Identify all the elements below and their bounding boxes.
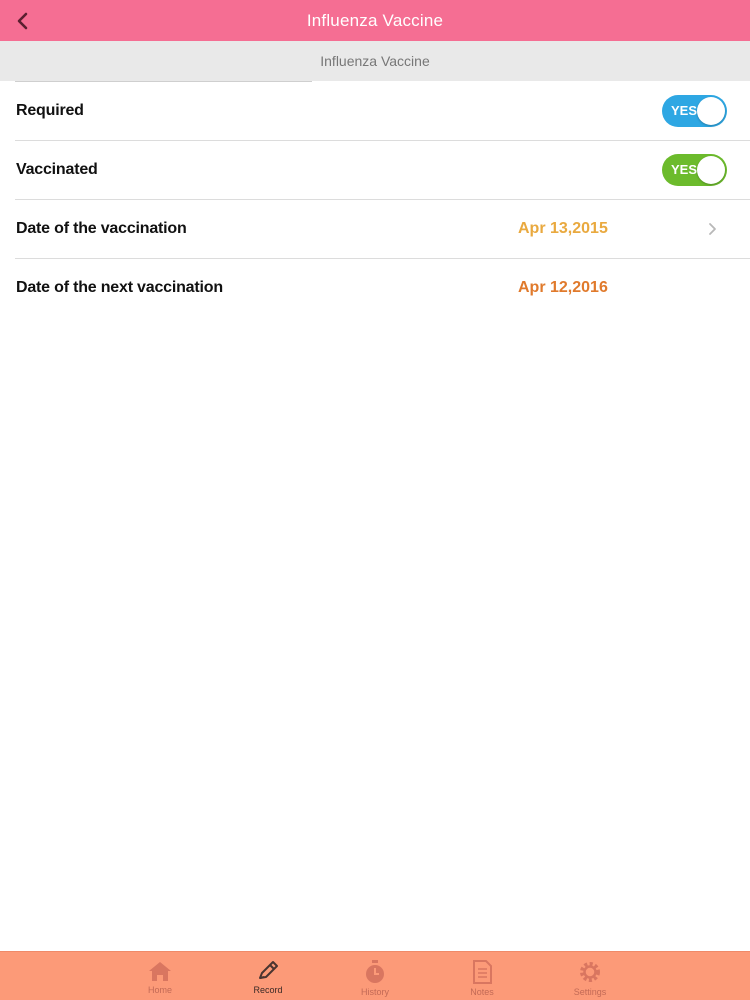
gear-icon	[580, 962, 600, 982]
back-button[interactable]	[10, 8, 34, 34]
tab-record-label: Record	[253, 985, 283, 995]
toggle-knob	[697, 156, 725, 184]
next-vaccination-date-value: Apr 12,2016	[518, 279, 608, 296]
vaccinated-toggle[interactable]: YES	[662, 154, 727, 186]
next-vaccination-date-row: Date of the next vaccination Apr 12,2016	[0, 259, 750, 318]
page-title: Influenza Vaccine	[306, 10, 444, 30]
section-title: Influenza Vaccine	[320, 53, 430, 69]
required-toggle[interactable]: YES	[662, 95, 727, 127]
vaccination-date-row[interactable]: Date of the vaccination Apr 13,2015	[0, 200, 750, 259]
required-toggle-label: YES	[671, 103, 698, 118]
notes-icon	[473, 960, 492, 984]
home-icon	[149, 962, 171, 981]
vaccinated-label: Vaccinated	[16, 161, 98, 178]
required-label: Required	[16, 102, 84, 119]
stopwatch-icon	[366, 960, 384, 983]
tab-bar: Home Record History Notes Settings	[0, 951, 750, 1000]
tab-home-label: Home	[147, 985, 172, 995]
next-vaccination-date-label: Date of the next vaccination	[16, 279, 223, 296]
tab-home[interactable]: Home	[120, 952, 200, 1000]
tab-record[interactable]: Record	[228, 952, 308, 1000]
vaccination-date-label: Date of the vaccination	[16, 220, 187, 237]
vaccinated-row: Vaccinated YES	[0, 141, 750, 200]
tab-settings[interactable]: Settings	[550, 952, 630, 1000]
tab-history[interactable]: History	[335, 952, 415, 1000]
vaccination-date-value: Apr 13,2015	[518, 220, 608, 237]
vaccinated-toggle-label: YES	[671, 162, 698, 177]
tab-history-label: History	[360, 987, 389, 997]
pencil-icon	[259, 961, 278, 979]
tab-settings-label: Settings	[573, 987, 607, 997]
tab-notes[interactable]: Notes	[442, 952, 522, 1000]
tab-notes-label: Notes	[470, 987, 494, 997]
navigation-bar: Influenza Vaccine	[0, 0, 750, 41]
chevron-left-icon	[17, 12, 28, 30]
chevron-right-icon	[709, 223, 716, 235]
required-row: Required YES	[0, 82, 750, 141]
toggle-knob	[697, 97, 725, 125]
section-header: Influenza Vaccine	[0, 41, 750, 82]
